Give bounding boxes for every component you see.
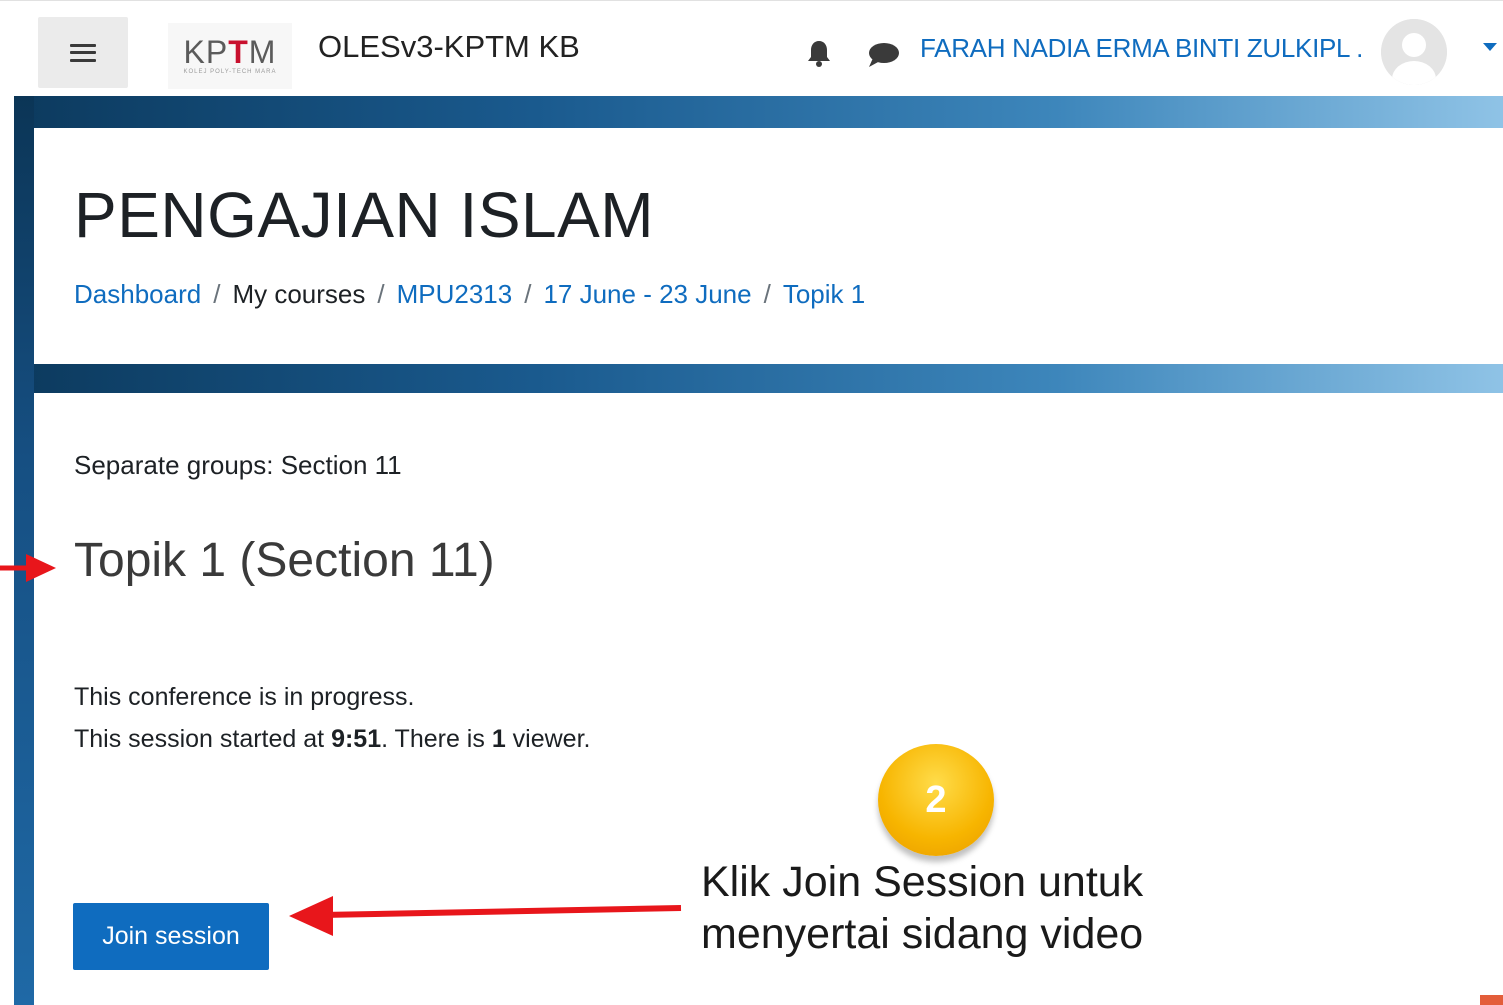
group-mode-label: Separate groups: Section 11 bbox=[74, 450, 402, 480]
breadcrumb-topic[interactable]: Topik 1 bbox=[783, 279, 865, 309]
session-start-time: 9:51 bbox=[331, 725, 382, 753]
bell-icon[interactable] bbox=[806, 39, 832, 67]
breadcrumb-separator: / bbox=[763, 279, 771, 309]
activity-title: Topik 1 (Section 11) bbox=[74, 534, 495, 587]
site-name[interactable]: OLESv3-KPTM KB bbox=[318, 29, 580, 65]
breadcrumb-course[interactable]: MPU2313 bbox=[397, 279, 513, 309]
join-session-button[interactable]: Join session bbox=[73, 903, 269, 970]
instruction-line-1: Klik Join Session untuk bbox=[701, 858, 1144, 906]
viewer-count: 1 bbox=[491, 725, 506, 753]
session-info: This session started at 9:51. There is 1… bbox=[74, 725, 591, 753]
user-avatar-icon bbox=[1381, 19, 1447, 85]
logo-subtext: KOLEJ POLY-TECH MARA bbox=[183, 69, 277, 75]
step-number-badge: 2 bbox=[878, 744, 994, 856]
site-logo[interactable]: KPTM KOLEJ POLY-TECH MARA bbox=[168, 23, 292, 89]
breadcrumb-separator: / bbox=[213, 279, 221, 309]
avatar[interactable] bbox=[1381, 19, 1447, 85]
corner-mark bbox=[1480, 995, 1503, 1005]
breadcrumb: Dashboard / My courses / MPU2313 / 17 June - 2… bbox=[74, 279, 865, 310]
breadcrumb-dashboard[interactable]: Dashboard bbox=[74, 279, 201, 309]
logo-text: KPTM bbox=[183, 34, 277, 70]
caret-down-icon[interactable] bbox=[1483, 43, 1497, 51]
annotation-arrow-left-icon bbox=[0, 554, 56, 582]
page-header: PENGAJIAN ISLAM Dashboard / My courses / MPU… bbox=[34, 128, 1503, 364]
navbar: KPTM KOLEJ POLY-TECH MARA OLESv3-KPTM KB… bbox=[0, 0, 1503, 97]
breadcrumb-separator: / bbox=[524, 279, 532, 309]
chat-icon[interactable] bbox=[867, 42, 899, 68]
annotation-arrow-join-icon bbox=[289, 896, 682, 936]
instruction-line-2: menyertai sidang video bbox=[701, 910, 1144, 958]
annotation-instruction: Klik Join Session untuk menyertai sidang… bbox=[701, 856, 1143, 960]
menu-toggle-button[interactable] bbox=[38, 17, 128, 88]
breadcrumb-my-courses: My courses bbox=[232, 279, 366, 309]
breadcrumb-separator: / bbox=[377, 279, 385, 309]
hamburger-icon bbox=[70, 43, 96, 62]
breadcrumb-week[interactable]: 17 June - 23 June bbox=[543, 279, 751, 309]
conference-status: This conference is in progress. bbox=[74, 683, 415, 711]
page-title: PENGAJIAN ISLAM bbox=[74, 179, 655, 251]
user-menu-name[interactable]: FARAH NADIA ERMA BINTI ZULKIPL . bbox=[920, 33, 1363, 64]
